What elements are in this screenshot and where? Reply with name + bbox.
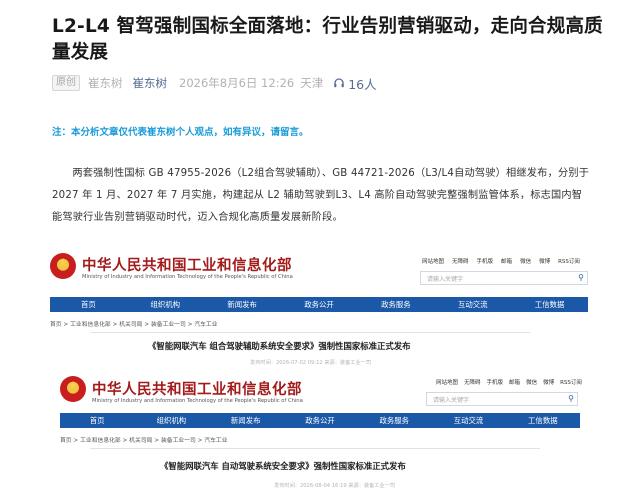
quick-link[interactable]: RSS订阅: [558, 257, 580, 265]
quick-link[interactable]: 微信: [520, 257, 531, 265]
gov-search-placeholder: 请输入关键字: [433, 397, 470, 404]
gov-site-header: 中华人民共和国工业和信息化部 Ministry of Industry and …: [50, 366, 588, 410]
gov-doc-title: 《智能网联汽车 自动驾驶系统安全要求》强制性国家标准正式发布: [160, 461, 406, 471]
ministry-name-cn: 中华人民共和国工业和信息化部: [82, 258, 292, 274]
gov-nav-item[interactable]: 政务服务: [357, 297, 434, 312]
gov-doc-title: 《智能网联汽车 组合驾驶辅助系统安全要求》强制性国家标准正式发布: [148, 341, 411, 351]
ministry-name-cn: 中华人民共和国工业和信息化部: [92, 382, 302, 398]
gov-nav-item[interactable]: 新闻发布: [204, 297, 281, 312]
quick-link[interactable]: RSS订阅: [560, 378, 582, 386]
gov-nav-item[interactable]: 政务公开: [281, 297, 358, 312]
ministry-name-en: Ministry of Industry and Information Tec…: [82, 274, 293, 280]
gov-nav-item[interactable]: 工信数据: [511, 297, 588, 312]
gov-nav-item[interactable]: 互动交流: [431, 413, 505, 428]
gov-doc-meta: 发布时间：2026-08-04 16:19 来源：装备工业一司: [274, 483, 396, 489]
article-title: L2-L4 智驾强制国标全面落地：行业告别营销驱动，走向合规高质量发展: [52, 16, 603, 63]
quick-links: 网站地图 无障碍 手机版 邮箱 微信 微博 RSS订阅: [422, 257, 580, 265]
quick-link[interactable]: 邮箱: [509, 378, 520, 386]
quick-link[interactable]: 邮箱: [501, 257, 512, 265]
gov-nav-item[interactable]: 政务服务: [357, 413, 431, 428]
gov-doc-meta: 发布时间：2026-07-02 09:12 来源：装备工业一司: [250, 360, 372, 366]
gov-breadcrumb: 首页 > 工业和信息化部 > 机关司局 > 装备工业一司 > 汽车工业: [50, 322, 218, 328]
quick-link[interactable]: 无障碍: [464, 378, 481, 386]
author-name: 崔东树: [88, 76, 123, 90]
disclaimer-note: 注：本分析文章仅代表崔东树个人观点，如有异议，请留言。: [52, 127, 309, 138]
gov-search-placeholder: 请输入关键字: [427, 276, 464, 283]
publish-location: 天津: [300, 76, 324, 90]
gov-site-header: 中华人民共和国工业和信息化部 Ministry of Industry and …: [50, 247, 588, 291]
gov-nav-item[interactable]: 首页: [50, 297, 127, 312]
article-paragraph: 两套强制性国标 GB 47955-2026（L2组合驾驶辅助）、GB 44721…: [52, 168, 590, 223]
quick-link[interactable]: 微博: [543, 378, 554, 386]
listen-count: 16人: [348, 76, 377, 92]
embedded-screenshot-1: 中华人民共和国工业和信息化部 Ministry of Industry and …: [50, 247, 588, 367]
ministry-name-en: Ministry of Industry and Information Tec…: [92, 398, 303, 404]
article-meta: 原创 崔东树 崔东树 2026年8月6日 12:26 天津 16人: [52, 74, 377, 92]
gov-nav-bar: 首页 组织机构 新闻发布 政务公开 政务服务 互动交流 工信数据: [60, 413, 580, 428]
quick-link[interactable]: 微信: [526, 378, 537, 386]
divider: [90, 332, 530, 333]
headphones-icon: [334, 78, 345, 88]
gov-nav-item[interactable]: 工信数据: [506, 413, 580, 428]
quick-link[interactable]: 手机版: [487, 378, 504, 386]
search-icon[interactable]: ⚲: [578, 273, 584, 282]
quick-link[interactable]: 网站地图: [422, 257, 444, 265]
gov-nav-bar: 首页 组织机构 新闻发布 政务公开 政务服务 互动交流 工信数据: [50, 297, 588, 312]
gov-nav-item[interactable]: 新闻发布: [209, 413, 283, 428]
quick-links: 网站地图 无障碍 手机版 邮箱 微信 微博 RSS订阅: [436, 378, 582, 386]
gov-breadcrumb: 首页 > 工业和信息化部 > 机关司局 > 装备工业一司 > 汽车工业: [60, 438, 228, 444]
quick-link[interactable]: 无障碍: [452, 257, 469, 265]
gov-search-input[interactable]: 请输入关键字 ⚲: [426, 392, 578, 406]
account-link[interactable]: 崔东树: [133, 75, 168, 91]
gov-search-input[interactable]: 请输入关键字 ⚲: [420, 271, 588, 285]
national-emblem-icon: [50, 253, 76, 279]
gov-nav-item[interactable]: 政务公开: [283, 413, 357, 428]
gov-nav-item[interactable]: 组织机构: [127, 297, 204, 312]
publish-date: 2026年8月6日 12:26: [179, 76, 295, 90]
divider: [90, 448, 540, 449]
listen-button[interactable]: 16人: [333, 74, 377, 93]
quick-link[interactable]: 网站地图: [436, 378, 458, 386]
gov-nav-item[interactable]: 首页: [60, 413, 134, 428]
national-emblem-icon: [60, 376, 86, 402]
quick-link[interactable]: 手机版: [477, 257, 494, 265]
gov-nav-item[interactable]: 组织机构: [134, 413, 208, 428]
original-badge: 原创: [52, 75, 80, 91]
quick-link[interactable]: 微博: [539, 257, 550, 265]
embedded-screenshot-2: 中华人民共和国工业和信息化部 Ministry of Industry and …: [50, 366, 588, 498]
search-icon[interactable]: ⚲: [568, 394, 574, 403]
gov-nav-item[interactable]: 互动交流: [434, 297, 511, 312]
